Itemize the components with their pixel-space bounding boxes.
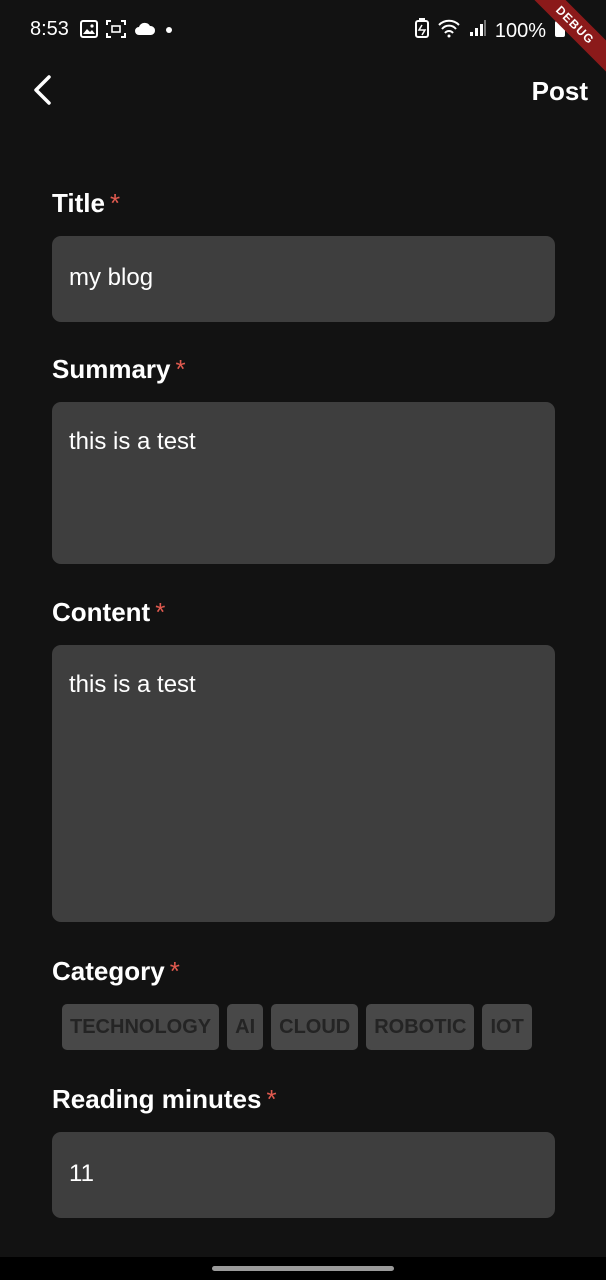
reading-minutes-label: Reading minutes * — [52, 1084, 277, 1115]
summary-value: this is a test — [69, 428, 196, 455]
reading-minutes-value: 11 — [69, 1160, 94, 1187]
category-chips: TECHNOLOGY AI CLOUD ROBOTIC IOT — [62, 1004, 532, 1050]
content-field[interactable]: this is a test — [52, 645, 555, 922]
dot-icon — [164, 20, 174, 43]
category-label: Category * — [52, 956, 180, 987]
category-chip-cloud[interactable]: CLOUD — [271, 1004, 359, 1050]
reading-minutes-field[interactable]: 11 — [52, 1132, 555, 1218]
app-bar: Post — [0, 60, 606, 124]
post-button[interactable]: Post — [532, 76, 588, 107]
title-field[interactable]: my blog — [52, 236, 555, 322]
category-chip-iot[interactable]: IOT — [482, 1004, 532, 1050]
title-label: Title * — [52, 188, 120, 219]
required-mark: * — [175, 354, 186, 384]
category-chip-technology[interactable]: TECHNOLOGY — [62, 1004, 220, 1050]
signal-icon — [469, 19, 487, 43]
required-mark: * — [155, 597, 166, 627]
content-label-text: Content — [52, 597, 151, 627]
required-mark: * — [169, 956, 180, 986]
image-icon — [80, 20, 98, 43]
status-time: 8:53 — [30, 18, 69, 40]
summary-label-text: Summary — [52, 354, 171, 384]
cloud-icon — [134, 21, 156, 42]
status-bar: 8:53 100% — [0, 0, 606, 60]
home-indicator[interactable] — [212, 1266, 394, 1271]
content-label: Content * — [52, 597, 165, 628]
status-right: 100% — [414, 18, 566, 44]
battery-saver-icon — [414, 18, 429, 44]
category-chip-ai[interactable]: AI — [227, 1004, 264, 1050]
title-value: my blog — [69, 264, 154, 291]
category-chip-robotic[interactable]: ROBOTIC — [366, 1004, 475, 1050]
navigation-bar — [0, 1257, 606, 1280]
battery-label: 100% — [494, 19, 546, 42]
back-button[interactable] — [22, 72, 62, 112]
required-mark: * — [109, 188, 121, 218]
summary-label: Summary * — [52, 354, 186, 385]
status-left-icons — [80, 20, 174, 43]
wifi-icon — [437, 18, 461, 44]
title-label-text: Title — [52, 188, 105, 218]
summary-field[interactable]: this is a test — [52, 402, 555, 564]
content-value: this is a test — [69, 671, 196, 698]
category-label-text: Category — [52, 956, 165, 986]
reading-minutes-label-text: Reading minutes — [52, 1084, 262, 1114]
required-mark: * — [266, 1084, 277, 1114]
screenshot-icon — [106, 20, 126, 43]
chevron-left-icon — [31, 74, 53, 111]
